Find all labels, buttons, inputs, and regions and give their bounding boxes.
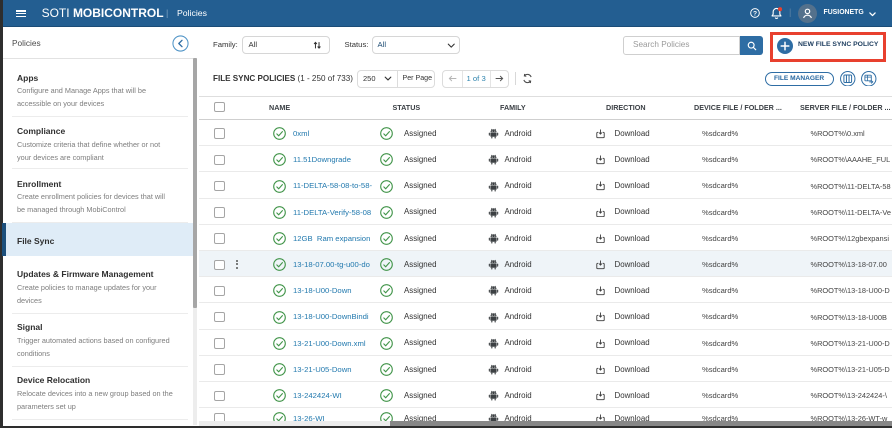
svg-text:?: ? bbox=[753, 10, 757, 17]
